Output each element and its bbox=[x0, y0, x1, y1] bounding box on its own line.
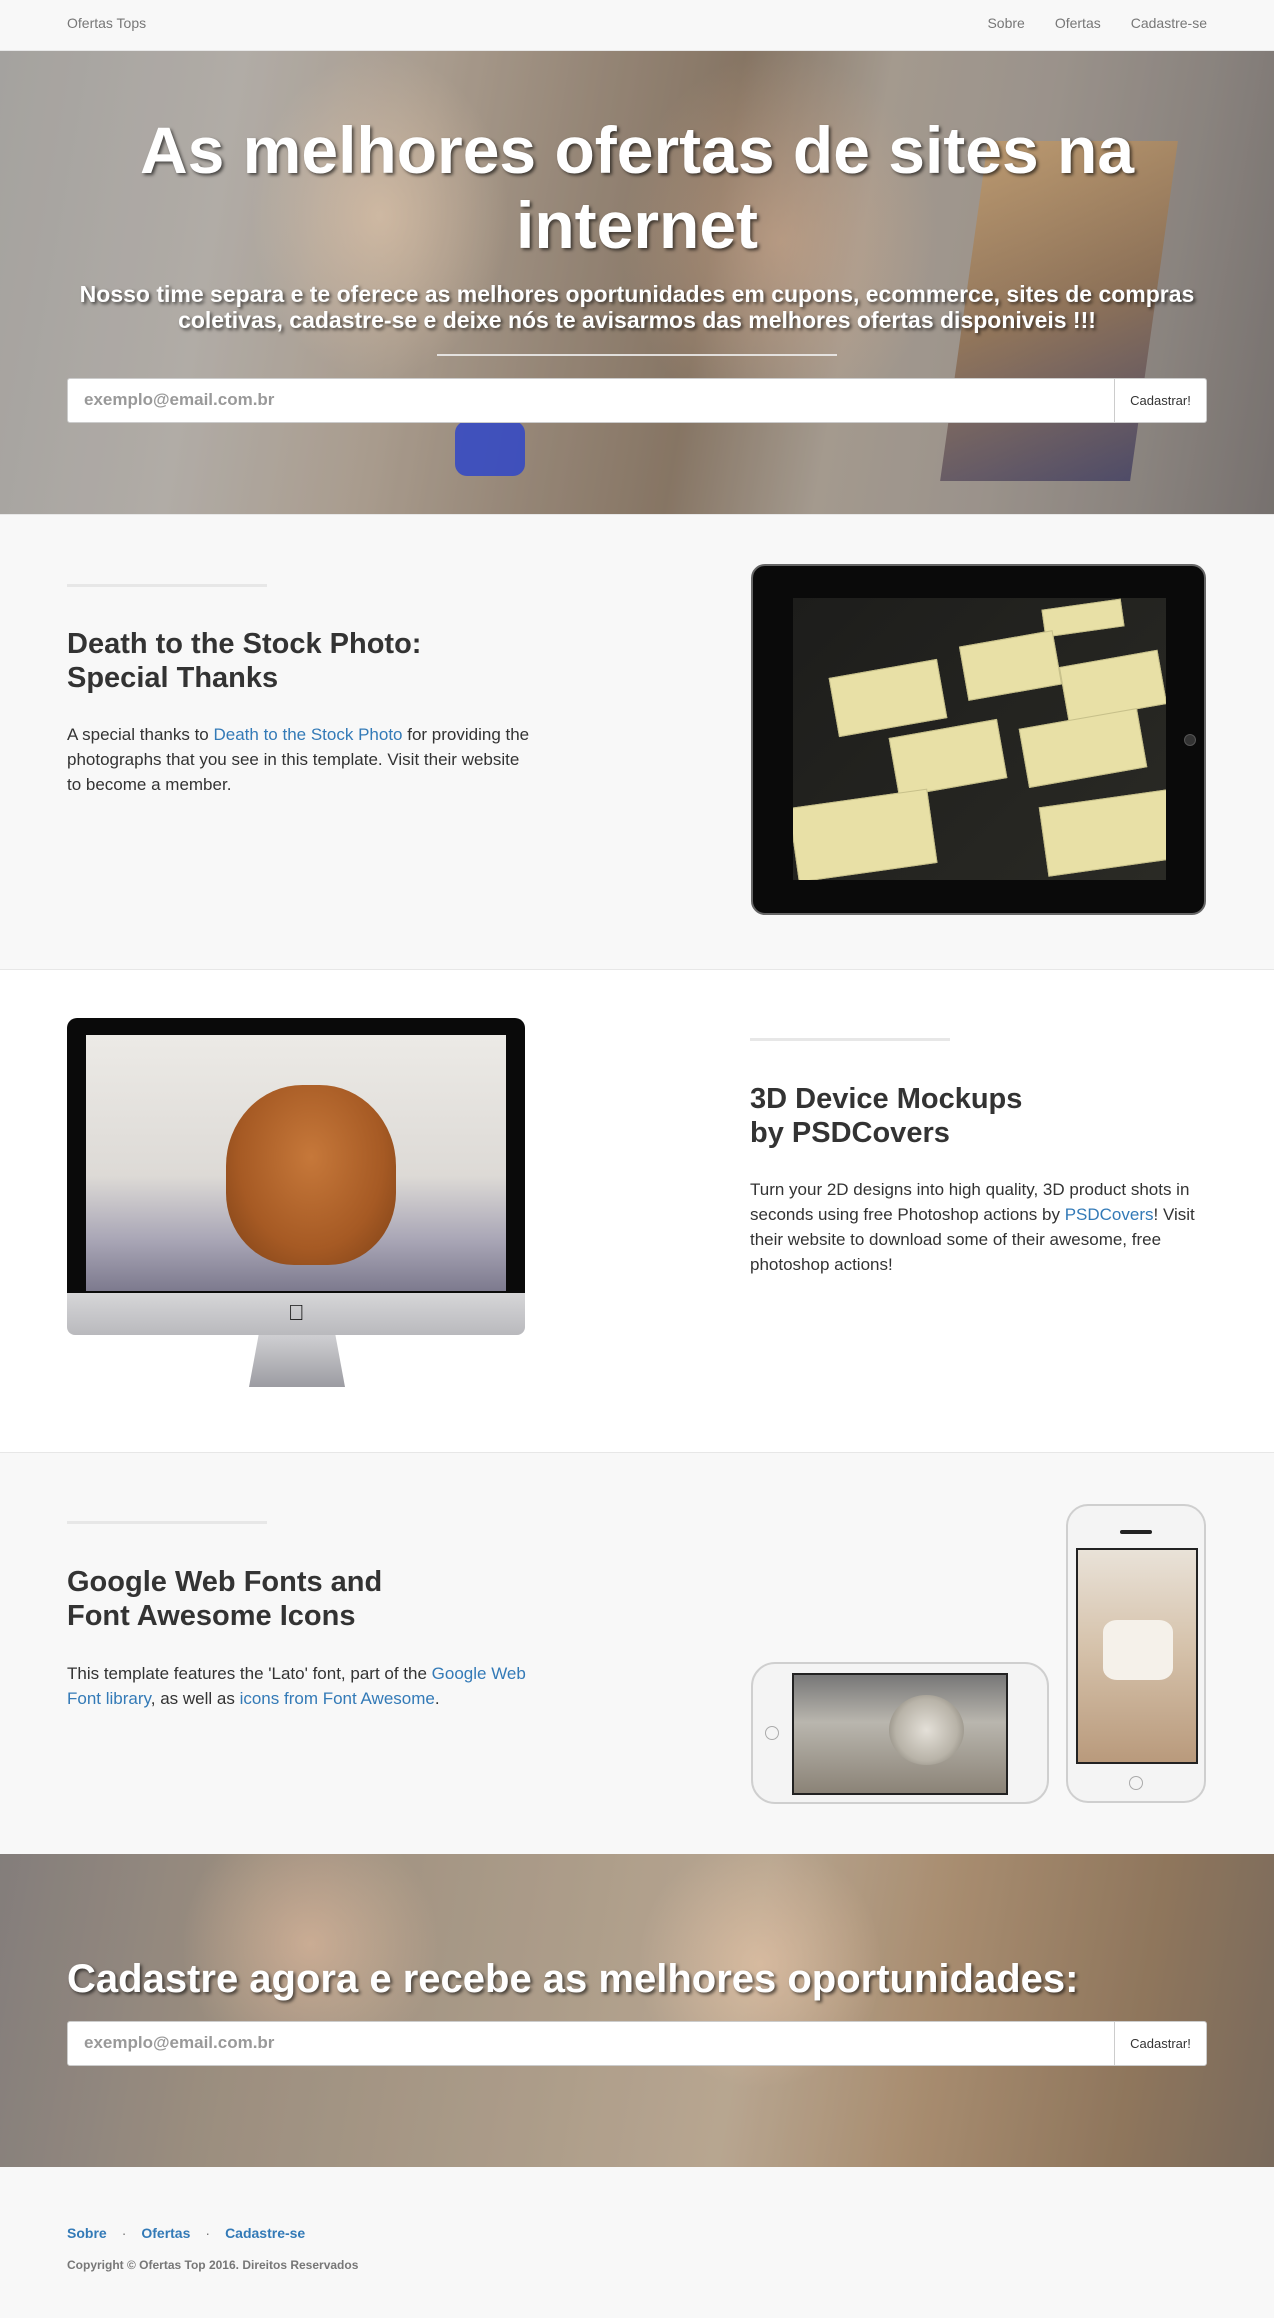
section-2-title-line2: by PSDCovers bbox=[750, 1117, 950, 1149]
section-1-text-a: A special thanks to bbox=[67, 725, 214, 744]
section-3-text: This template features the 'Lato' font, … bbox=[67, 1661, 527, 1711]
hero-title: As melhores ofertas de sites na internet bbox=[139, 113, 1135, 262]
hero-section: As melhores ofertas de sites na internet… bbox=[0, 51, 1274, 514]
iphone-pillow-photo bbox=[1103, 1620, 1173, 1680]
hero-divider bbox=[437, 354, 837, 356]
banner-email-input[interactable]: exemplo@email.com.br bbox=[68, 2022, 1114, 2065]
section-1-line bbox=[67, 584, 267, 587]
banner-submit-button[interactable]: Cadastrar! bbox=[1114, 2022, 1206, 2065]
section-1-title-line2: Special Thanks bbox=[67, 662, 279, 694]
footer-link-ofertas[interactable]: Ofertas bbox=[141, 2225, 190, 2241]
imac-mockup:  bbox=[67, 1018, 525, 1387]
footer-separator: · bbox=[121, 2225, 127, 2241]
footer-link-sobre[interactable]: Sobre bbox=[67, 2225, 107, 2241]
banner-signup-form: exemplo@email.com.br Cadastrar! bbox=[67, 2021, 1207, 2066]
section-1-title-line1: Death to the Stock Photo: bbox=[67, 628, 422, 660]
hero-phone bbox=[455, 421, 525, 476]
nav-link-cadastre[interactable]: Cadastre-se bbox=[1131, 15, 1207, 31]
iphone-portrait-mockup bbox=[1066, 1504, 1206, 1803]
iphone-landscape-home-button bbox=[765, 1726, 779, 1740]
footer-copyright: Copyright © Ofertas Top 2016. Direitos R… bbox=[67, 2258, 359, 2272]
section-3-title: Google Web Fonts and Font Awesome Icons bbox=[67, 1565, 517, 1633]
imac-frame bbox=[67, 1018, 525, 1293]
section-2-title-line1: 3D Device Mockups bbox=[750, 1083, 1023, 1115]
nav-links: Sobre Ofertas Cadastre-se bbox=[957, 15, 1207, 31]
hero-subtitle: Nosso time separa e te oferece as melhor… bbox=[79, 281, 1195, 333]
iphone-portrait-home-button bbox=[1129, 1776, 1143, 1790]
section-2-title: 3D Device Mockups by PSDCovers bbox=[750, 1082, 1206, 1150]
footer-link-cadastre[interactable]: Cadastre-se bbox=[225, 2225, 305, 2241]
ipad-mockup bbox=[751, 564, 1206, 915]
hero-email-input[interactable]: exemplo@email.com.br bbox=[68, 379, 1114, 422]
signup-banner: Cadastre agora e recebe as melhores opor… bbox=[0, 1854, 1274, 2167]
section-1-text: A special thanks to Death to the Stock P… bbox=[67, 722, 537, 797]
section-3-text-c: . bbox=[434, 1689, 440, 1708]
iphone-portrait-screen bbox=[1076, 1548, 1198, 1764]
ipad-screen bbox=[793, 598, 1166, 880]
imac-screen bbox=[86, 1035, 506, 1291]
nav-link-ofertas[interactable]: Ofertas bbox=[1055, 15, 1101, 31]
iphone-speaker bbox=[1120, 1530, 1152, 1534]
apple-logo-icon:  bbox=[288, 1300, 305, 1326]
section-2-text: Turn your 2D designs into high quality, … bbox=[750, 1177, 1208, 1277]
iphone-landscape-screen bbox=[792, 1673, 1008, 1795]
section-3-text-b: , as well as bbox=[150, 1689, 240, 1708]
section-3-line bbox=[67, 1521, 267, 1524]
iphone-dog-photo bbox=[889, 1695, 964, 1765]
footer-separator: · bbox=[205, 2225, 211, 2241]
imac-stand bbox=[249, 1335, 345, 1387]
section-3-title-line2: Font Awesome Icons bbox=[67, 1600, 356, 1632]
font-awesome-link[interactable]: icons from Font Awesome bbox=[240, 1689, 435, 1708]
ipad-camera bbox=[1184, 734, 1196, 746]
hero-submit-button[interactable]: Cadastrar! bbox=[1114, 379, 1206, 422]
section-3-title-line1: Google Web Fonts and bbox=[67, 1566, 383, 1598]
banner-title: Cadastre agora e recebe as melhores opor… bbox=[67, 1957, 1079, 2001]
footer: Sobre · Ofertas · Cadastre-se Copyright … bbox=[0, 2167, 1274, 2318]
hero-signup-form: exemplo@email.com.br Cadastrar! bbox=[67, 378, 1207, 423]
brand-link[interactable]: Ofertas Tops bbox=[67, 15, 146, 31]
section-2-line bbox=[750, 1038, 950, 1041]
nav-link-sobre[interactable]: Sobre bbox=[987, 15, 1024, 31]
iphone-landscape-mockup bbox=[751, 1662, 1049, 1804]
footer-links: Sobre · Ofertas · Cadastre-se bbox=[67, 2225, 305, 2241]
imac-dog-photo bbox=[226, 1085, 396, 1265]
death-to-stock-photo-link[interactable]: Death to the Stock Photo bbox=[213, 725, 402, 744]
navbar: Ofertas Tops Sobre Ofertas Cadastre-se bbox=[0, 0, 1274, 51]
psdcovers-link[interactable]: PSDCovers bbox=[1065, 1205, 1154, 1224]
section-3-text-a: This template features the 'Lato' font, … bbox=[67, 1664, 432, 1683]
section-1-title: Death to the Stock Photo: Special Thanks bbox=[67, 627, 517, 695]
